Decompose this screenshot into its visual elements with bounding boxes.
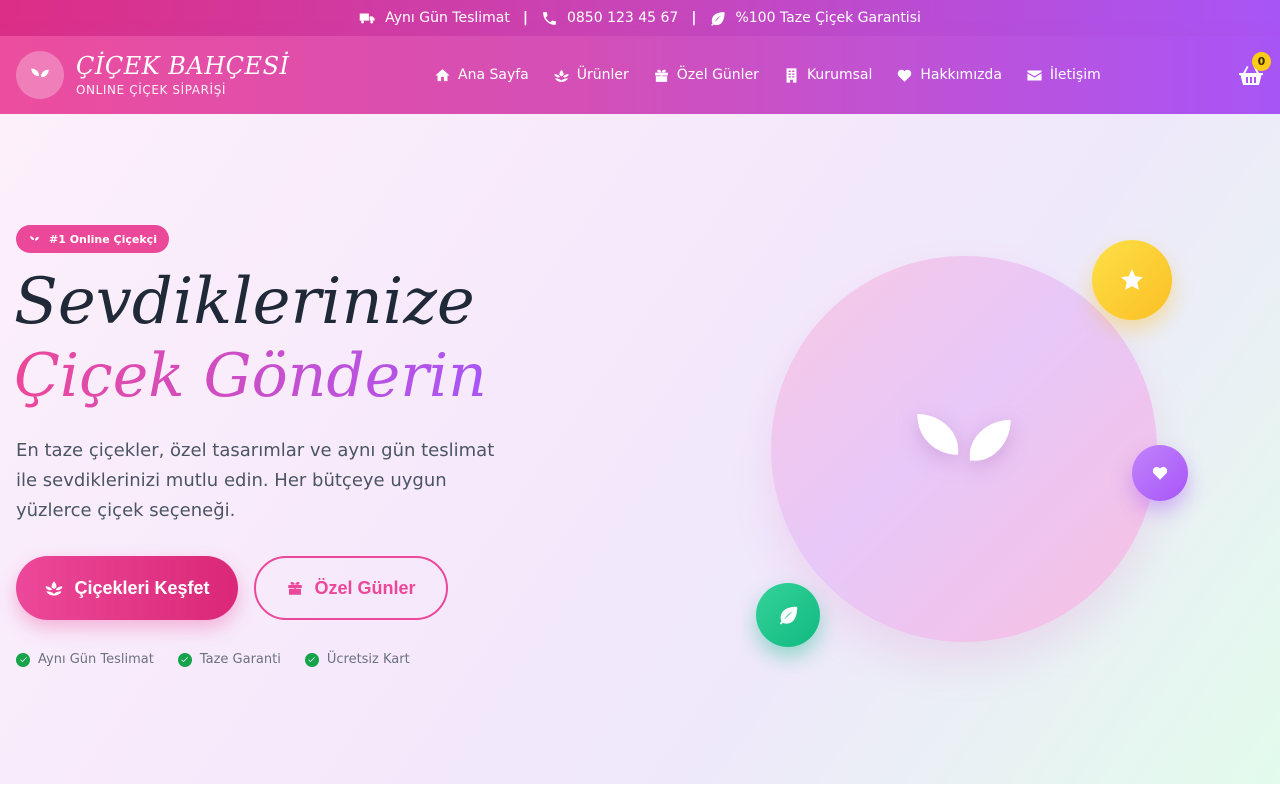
gift-icon — [288, 581, 303, 595]
nav-item-contact[interactable]: İletişim — [1026, 67, 1101, 84]
gift-icon — [654, 69, 668, 82]
nav-item-special-days[interactable]: Özel Günler — [653, 67, 759, 84]
hero-description: En taze çiçekler, özel tasarımlar ve ayn… — [16, 440, 495, 521]
delivery-info: Aynı Gün Teslimat — [359, 10, 510, 27]
nav-item-products[interactable]: Ürünler — [553, 67, 629, 84]
floating-heart-badge — [1132, 445, 1188, 501]
phone-icon — [543, 11, 556, 25]
leaf-icon — [711, 11, 726, 26]
nav-item-home[interactable]: Ana Sayfa — [434, 67, 529, 84]
guarantee-text: %100 Taze Çiçek Garantisi — [735, 10, 921, 26]
feature-label: Ücretsiz Kart — [326, 652, 410, 667]
hero-badge-text: #1 Online Çiçekçi — [49, 232, 157, 246]
main-nav: Ana Sayfa Ürünler Özel Günler Kurumsal H… — [434, 36, 1101, 114]
home-icon — [435, 68, 450, 81]
feature-label: Aynı Gün Teslimat — [38, 652, 154, 667]
delivery-text: Aynı Gün Teslimat — [385, 10, 510, 26]
top-info-bar: Aynı Gün Teslimat | 0850 123 45 67 | %10… — [0, 0, 1280, 36]
hero-badge: #1 Online Çiçekçi — [16, 225, 169, 253]
hero-title-line1: Sevdiklerinize — [14, 265, 475, 339]
feature-item: Aynı Gün Teslimat — [16, 652, 154, 667]
check-circle-icon — [304, 652, 319, 667]
nav-label: Ürünler — [576, 67, 629, 83]
hero-title-line2: Çiçek Gönderin — [14, 336, 487, 416]
brand: ÇİÇEK BAHÇESİ ONLINE ÇİÇEK SİPARİŞİ — [76, 53, 290, 97]
explore-flowers-label: Çiçekleri Keşfet — [74, 577, 210, 598]
guarantee-info: %100 Taze Çiçek Garantisi — [709, 10, 921, 27]
special-days-label: Özel Günler — [314, 577, 416, 598]
brand-title: ÇİÇEK BAHÇESİ — [76, 52, 290, 80]
seedling-icon — [31, 68, 49, 86]
feature-item: Ücretsiz Kart — [304, 652, 410, 667]
nav-label: Ana Sayfa — [458, 67, 529, 83]
heart-icon — [1152, 466, 1168, 480]
check-circle-icon — [16, 652, 30, 667]
explore-flowers-button[interactable]: Çiçekleri Keşfet — [16, 556, 238, 620]
special-days-button[interactable]: Özel Günler — [254, 556, 448, 620]
seedling-icon — [917, 414, 1011, 508]
logo[interactable]: ÇİÇEK BAHÇESİ ONLINE ÇİÇEK SİPARİŞİ — [16, 51, 290, 99]
feature-item: Taze Garanti — [177, 652, 281, 667]
hero-section: #1 Online Çiçekçi Sevdiklerinize Çiçek G… — [0, 114, 1280, 784]
lotus-icon — [554, 69, 569, 82]
floating-leaf-badge — [756, 583, 820, 647]
nav-label: Kurumsal — [806, 67, 873, 83]
heart-icon — [898, 69, 912, 82]
star-icon — [1121, 269, 1143, 290]
nav-label: Hakkımızda — [920, 67, 1002, 83]
hero-illustration — [771, 256, 1157, 642]
nav-label: Özel Günler — [676, 67, 759, 83]
feature-list: Aynı Gün Teslimat Taze Garanti Ücretsiz … — [16, 652, 410, 667]
lotus-icon — [46, 581, 63, 596]
brand-subtitle: ONLINE ÇİÇEK SİPARİŞİ — [76, 83, 227, 97]
page-bottom-strip — [0, 784, 1280, 800]
truck-icon — [359, 13, 375, 23]
nav-item-corporate[interactable]: Kurumsal — [783, 67, 872, 84]
nav-label: İletişim — [1049, 67, 1101, 83]
building-icon — [786, 67, 797, 83]
seedling-icon — [30, 235, 39, 245]
leaf-icon — [779, 606, 798, 625]
cart-button[interactable]: 0 — [1238, 52, 1271, 89]
main-header: ÇİÇEK BAHÇESİ ONLINE ÇİÇEK SİPARİŞİ Ana … — [0, 36, 1280, 114]
separator: | — [691, 10, 697, 26]
envelope-icon — [1027, 70, 1042, 80]
phone-text[interactable]: 0850 123 45 67 — [567, 10, 678, 26]
logo-badge — [16, 51, 64, 99]
nav-item-about[interactable]: Hakkımızda — [896, 67, 1002, 84]
floating-star-badge — [1092, 240, 1172, 320]
feature-label: Taze Garanti — [199, 652, 281, 667]
cart-count-badge: 0 — [1252, 52, 1271, 71]
phone-info[interactable]: 0850 123 45 67 — [541, 10, 678, 27]
check-circle-icon — [177, 652, 192, 667]
separator: | — [522, 10, 528, 26]
